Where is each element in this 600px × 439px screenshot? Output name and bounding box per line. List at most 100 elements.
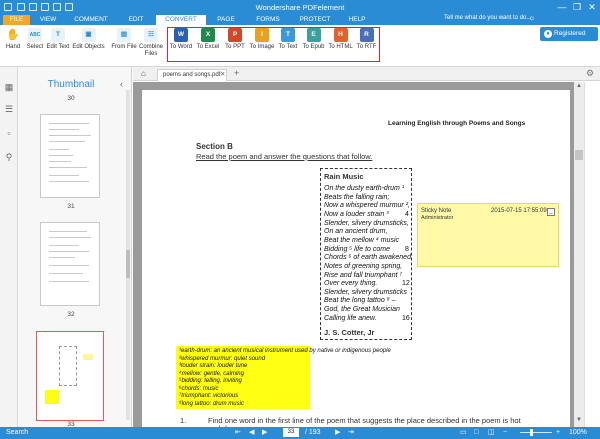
tab-edit[interactable]: EDIT	[118, 15, 154, 25]
poem-line: Now a louder strain ³	[324, 210, 389, 218]
tab-view[interactable]: VIEW	[32, 15, 64, 25]
to-word-button[interactable]: W To Word	[168, 28, 194, 64]
zoom-in-icon[interactable]: +	[556, 428, 560, 438]
select-tool-button[interactable]: ABC Select	[25, 28, 45, 64]
next-page-button[interactable]: ▶	[262, 428, 267, 438]
comment-icon[interactable]: ▫	[4, 128, 14, 138]
tab-page[interactable]: PAGE	[208, 15, 244, 25]
tab-forms[interactable]: FORMS	[248, 15, 288, 25]
to-excel-button[interactable]: X To Excel	[195, 28, 221, 64]
footnote-line: ⁵bidding: telling, inviting	[179, 378, 242, 384]
thumbnail-title: Thumbnail	[47, 79, 95, 90]
sticky-note-minimize-button[interactable]: _	[547, 208, 555, 216]
poem-line-number: 12	[402, 280, 410, 288]
tab-help[interactable]: HELP	[340, 15, 374, 25]
two-page-icon[interactable]: ◫	[488, 428, 495, 438]
to-image-button[interactable]: I To Image	[248, 28, 276, 64]
window-title: Wondershare PDFelement	[255, 3, 345, 12]
edit-text-icon: T	[51, 28, 65, 42]
edit-text-button[interactable]: T Edit Text	[45, 28, 71, 64]
ppt-icon: P	[228, 28, 242, 42]
thumbnail-page-32[interactable]	[40, 222, 100, 306]
poem-line-number: 16	[402, 314, 410, 322]
minimize-button[interactable]: —	[555, 1, 569, 13]
html-icon: H	[333, 28, 348, 42]
poem-line: Rise and fall triumphant ⁷	[324, 271, 403, 279]
combine-files-button[interactable]: ☷ Combine Files	[137, 28, 165, 64]
search-icon[interactable]: ⚲	[4, 152, 14, 162]
collapse-panel-icon[interactable]: ‹	[120, 79, 123, 89]
status-bar	[0, 427, 600, 439]
prev-page-button[interactable]: ◀	[249, 428, 254, 438]
tab-comment[interactable]: COMMENT	[68, 15, 114, 25]
tab-protect[interactable]: PROTECT	[292, 15, 338, 25]
poem-line: Chords ⁶ of earth awakened,	[324, 254, 413, 262]
close-button[interactable]: ✕	[585, 1, 599, 13]
poem-line: Beat the mellow ⁴ music	[324, 236, 400, 244]
scrollbar-handle[interactable]	[575, 150, 583, 160]
close-tab-icon[interactable]: ✕	[220, 70, 225, 78]
sticky-note-date: 2015-07-15 17:55:09	[491, 208, 547, 214]
footnote-line: ²whispered murmur: quiet sound	[179, 355, 266, 362]
scroll-down-icon[interactable]: ▼	[574, 417, 584, 423]
combine-icon: ☷	[144, 28, 158, 42]
thumbnail-page-number: 32	[67, 311, 75, 318]
select-icon: ABC	[28, 28, 42, 42]
poem-line-number: 4	[405, 210, 409, 218]
poem-line: Beats the falling rain;	[324, 193, 390, 201]
search-status[interactable]: Search	[6, 428, 28, 438]
vertical-scrollbar[interactable]	[574, 82, 584, 427]
hand-tool-button[interactable]: ✋ Hand	[2, 28, 24, 64]
fit-page-icon[interactable]: □	[474, 428, 478, 438]
from-file-button[interactable]: ▤ From File	[111, 28, 137, 64]
to-ppt-button[interactable]: P To PPT	[222, 28, 248, 64]
bookmark-icon[interactable]: ☰	[4, 104, 14, 114]
hand-icon: ✋	[6, 29, 20, 41]
thumbnail-page-31[interactable]	[40, 114, 100, 198]
zoom-slider[interactable]	[520, 432, 552, 433]
next-page-end-button[interactable]: ▶	[335, 428, 340, 438]
poem-line: Over every thing.	[324, 280, 378, 288]
user-icon: ●	[544, 30, 552, 38]
poem-line: Beat the long tattoo ⁸ –	[324, 297, 396, 305]
poem-line: Notes of greening spring,	[324, 262, 403, 270]
tab-convert[interactable]: CONVERT	[156, 15, 206, 25]
poem-author: J. S. Cotter, Jr	[324, 328, 375, 337]
zoom-slider-handle[interactable]	[530, 429, 533, 436]
fit-width-icon[interactable]: ▭	[460, 428, 467, 438]
settings-icon[interactable]: ⚙	[586, 68, 594, 79]
rtf-icon: R	[359, 28, 374, 42]
image-icon: I	[255, 28, 269, 42]
maximize-button[interactable]: ❐	[570, 1, 584, 13]
poem-title: Rain Music	[324, 172, 364, 181]
to-rtf-button[interactable]: R To RTF	[354, 28, 379, 64]
tell-me-search[interactable]: Tell me what do you want to do...	[444, 15, 531, 21]
section-heading: Section B	[196, 142, 233, 151]
page-number-input[interactable]: 33	[283, 428, 299, 437]
zoom-out-icon[interactable]: −	[503, 428, 507, 438]
excel-icon: X	[201, 28, 215, 42]
edit-objects-button[interactable]: ▣ Edit Objects	[72, 28, 105, 64]
sticky-note-title: Sticky Note	[421, 208, 452, 214]
lightbulb-icon[interactable]: ☼	[528, 13, 535, 23]
add-tab-icon[interactable]: +	[234, 68, 239, 78]
first-page-button[interactable]: ⇤	[235, 428, 241, 438]
to-epub-button[interactable]: E To Epub	[301, 28, 326, 64]
poem-line: Calling life anew.	[324, 314, 377, 322]
poem-line: On the dusty earth-drum ¹	[324, 185, 405, 192]
tab-file[interactable]: FILE	[3, 15, 30, 25]
thumbnail-scrollbar-handle[interactable]	[126, 250, 130, 278]
footnote-line: ³louder strain: louder tune	[179, 363, 248, 369]
epub-icon: E	[306, 28, 321, 42]
thumbnail-page-33-selected[interactable]	[36, 331, 104, 421]
last-page-button[interactable]: ⇥	[348, 428, 354, 438]
question-number: 1.	[180, 416, 187, 425]
to-text-button[interactable]: T To Text	[276, 28, 300, 64]
to-html-button[interactable]: H To HTML	[327, 28, 354, 64]
home-icon[interactable]: ⌂	[141, 69, 146, 78]
folder-icon: ▤	[117, 28, 131, 42]
document-tab[interactable]: poems and songs.pdf	[157, 69, 227, 81]
scroll-up-icon[interactable]: ▲	[574, 83, 584, 89]
poem-line: On an ancient drum,	[324, 228, 388, 236]
thumbnail-icon[interactable]: ▦	[4, 82, 14, 92]
